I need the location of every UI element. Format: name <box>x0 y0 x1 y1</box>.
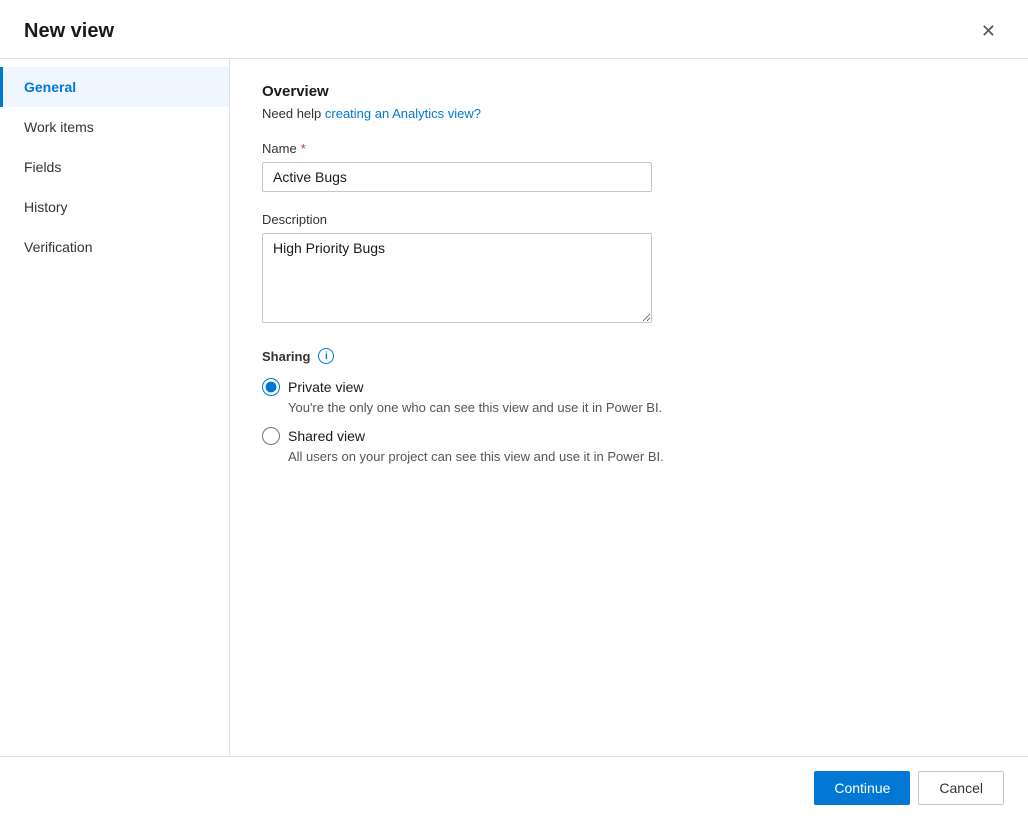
help-link[interactable]: creating an Analytics view? <box>325 106 481 121</box>
description-label: Description <box>262 212 996 227</box>
dialog-title: New view <box>24 20 114 43</box>
name-field-group: Name * <box>262 141 996 192</box>
shared-view-label-row[interactable]: Shared view <box>262 427 996 445</box>
name-input[interactable] <box>262 162 652 192</box>
new-view-dialog: New view ✕ General Work items Fields His… <box>0 0 1028 819</box>
private-view-radio[interactable] <box>262 378 280 396</box>
sidebar-item-general[interactable]: General <box>0 67 229 107</box>
sidebar-item-verification[interactable]: Verification <box>0 227 229 267</box>
dialog-header: New view ✕ <box>0 0 1028 59</box>
required-indicator: * <box>301 141 306 156</box>
sidebar-item-fields[interactable]: Fields <box>0 147 229 187</box>
private-view-option: Private view You're the only one who can… <box>262 378 996 415</box>
dialog-body: General Work items Fields History Verifi… <box>0 59 1028 756</box>
main-content: Overview Need help creating an Analytics… <box>230 59 1028 756</box>
sidebar-item-history[interactable]: History <box>0 187 229 227</box>
sidebar-item-work-items[interactable]: Work items <box>0 107 229 147</box>
description-field-group: Description High Priority Bugs <box>262 212 996 328</box>
shared-view-option: Shared view All users on your project ca… <box>262 427 996 464</box>
description-input[interactable]: High Priority Bugs <box>262 233 652 323</box>
private-view-label: Private view <box>288 379 363 395</box>
shared-view-label: Shared view <box>288 428 365 444</box>
sharing-label-row: Sharing i <box>262 348 996 364</box>
section-title: Overview <box>262 83 996 100</box>
private-view-label-row[interactable]: Private view <box>262 378 996 396</box>
name-label: Name * <box>262 141 996 156</box>
private-view-description: You're the only one who can see this vie… <box>288 400 996 415</box>
continue-button[interactable]: Continue <box>814 771 910 805</box>
sharing-label: Sharing <box>262 349 310 364</box>
close-button[interactable]: ✕ <box>973 18 1004 44</box>
cancel-button[interactable]: Cancel <box>918 771 1004 805</box>
shared-view-radio[interactable] <box>262 427 280 445</box>
shared-view-description: All users on your project can see this v… <box>288 449 996 464</box>
info-icon: i <box>318 348 334 364</box>
dialog-footer: Continue Cancel <box>0 756 1028 819</box>
sidebar: General Work items Fields History Verifi… <box>0 59 230 756</box>
sharing-section: Sharing i Private view You're the only o… <box>262 348 996 464</box>
help-text: Need help creating an Analytics view? <box>262 106 996 121</box>
